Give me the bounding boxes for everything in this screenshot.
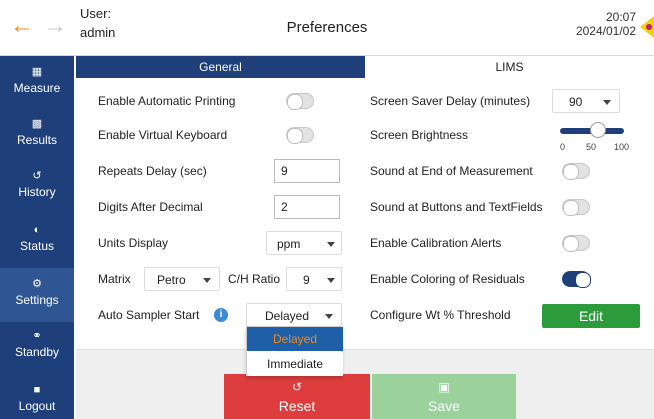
chevron-down-icon bbox=[203, 278, 211, 283]
units-display-label: Units Display bbox=[98, 236, 169, 250]
sidebar-item-label: Status bbox=[19, 239, 55, 253]
auto-print-label: Enable Automatic Printing bbox=[98, 94, 236, 108]
sidebar-item-label: Results bbox=[16, 133, 57, 147]
sound-buttons-label: Sound at Buttons and TextFields bbox=[370, 200, 543, 214]
edit-threshold-button[interactable]: Edit bbox=[542, 304, 640, 328]
history-icon: ↺ bbox=[32, 170, 42, 182]
brightness-tick-min: 0 bbox=[560, 142, 566, 152]
screen-saver-label: Screen Saver Delay (minutes) bbox=[370, 94, 531, 108]
tab-lims[interactable]: LIMS bbox=[365, 56, 654, 78]
info-icon[interactable]: i bbox=[214, 308, 228, 322]
sidebar-item-history[interactable]: ↺ History bbox=[0, 160, 74, 214]
sidebar-item-results[interactable]: ▩ Results bbox=[0, 108, 74, 162]
chevron-down-icon bbox=[327, 278, 335, 283]
clock-time: 20:07 bbox=[605, 10, 636, 24]
brightness-tick-max: 100 bbox=[614, 142, 630, 152]
main-content: General LIMS Enable Automatic Printing E… bbox=[76, 56, 654, 419]
option-immediate[interactable]: Immediate bbox=[247, 352, 343, 376]
auto-sampler-label: Auto Sampler Start bbox=[98, 308, 200, 322]
clock-date: 2024/01/02 bbox=[575, 24, 636, 38]
sidebar-item-label: Logout bbox=[18, 399, 56, 413]
units-display-select[interactable]: ppm bbox=[266, 231, 342, 255]
wt-threshold-label: Configure Wt % Threshold bbox=[370, 308, 511, 322]
reset-label: Reset bbox=[278, 398, 316, 414]
auto-sampler-value: Delayed bbox=[265, 309, 310, 323]
matrix-value: Petro bbox=[157, 273, 186, 287]
sound-end-toggle[interactable] bbox=[562, 163, 590, 180]
gear-icon: ⚙ bbox=[32, 278, 42, 290]
bar-chart-icon: ▩ bbox=[31, 118, 43, 130]
save-button[interactable]: ▣ Save bbox=[372, 374, 516, 419]
chevron-down-icon bbox=[603, 100, 611, 105]
reset-icon: ↺ bbox=[291, 380, 303, 394]
screen-saver-select[interactable]: 90 bbox=[552, 89, 620, 113]
top-bar: ← → User: admin Preferences 20:07 2024/0… bbox=[0, 0, 654, 56]
matrix-label: Matrix bbox=[98, 272, 131, 286]
matrix-select[interactable]: Petro bbox=[144, 267, 220, 291]
warning-icon[interactable] bbox=[640, 16, 654, 38]
chevron-down-icon bbox=[327, 242, 335, 247]
gauge-icon: ◐ bbox=[33, 224, 41, 236]
option-delayed[interactable]: Delayed bbox=[247, 327, 343, 351]
sidebar-item-status[interactable]: ◐ Status bbox=[0, 214, 74, 268]
repeats-delay-label: Repeats Delay (sec) bbox=[98, 164, 207, 178]
sound-end-label: Sound at End of Measurement bbox=[370, 164, 533, 178]
sidebar-item-label: Standby bbox=[14, 345, 60, 359]
sidebar-item-standby[interactable]: ⚭ Standby bbox=[0, 320, 74, 374]
ch-ratio-label: C/H Ratio bbox=[228, 272, 281, 286]
clock: 20:07 2024/01/02 bbox=[576, 10, 636, 38]
repeats-delay-input[interactable]: 9 bbox=[274, 159, 340, 183]
chevron-down-icon bbox=[325, 314, 333, 319]
sidebar-item-measure[interactable]: ▦ Measure bbox=[0, 56, 74, 110]
measure-icon: ▦ bbox=[31, 66, 43, 78]
lock-icon: ■ bbox=[33, 384, 41, 396]
coloring-residuals-label: Enable Coloring of Residuals bbox=[370, 272, 525, 286]
ch-ratio-value: 9 bbox=[303, 273, 310, 287]
digits-decimal-label: Digits After Decimal bbox=[98, 200, 203, 214]
tab-general[interactable]: General bbox=[76, 56, 365, 78]
power-icon: ⚭ bbox=[32, 330, 42, 342]
save-label: Save bbox=[428, 398, 460, 414]
brightness-slider-thumb[interactable] bbox=[590, 122, 606, 138]
sidebar-item-label: Settings bbox=[15, 293, 59, 307]
virtual-keyboard-label: Enable Virtual Keyboard bbox=[98, 128, 228, 142]
auto-sampler-dropdown: Delayed Immediate bbox=[246, 326, 343, 376]
reset-button[interactable]: ↺ Reset bbox=[224, 374, 370, 419]
calibration-alerts-toggle[interactable] bbox=[562, 235, 590, 252]
sidebar-item-label: Measure bbox=[13, 81, 61, 95]
brightness-tick-mid: 50 bbox=[586, 142, 597, 152]
sidebar-item-settings[interactable]: ⚙ Settings bbox=[0, 268, 74, 322]
digits-decimal-input[interactable]: 2 bbox=[274, 195, 340, 219]
calibration-alerts-label: Enable Calibration Alerts bbox=[370, 236, 502, 250]
ch-ratio-select[interactable]: 9 bbox=[286, 267, 342, 291]
sidebar-item-logout[interactable]: ■ Logout bbox=[0, 374, 74, 419]
auto-print-toggle[interactable] bbox=[286, 93, 314, 110]
coloring-residuals-toggle[interactable] bbox=[562, 271, 591, 288]
tab-bar: General LIMS bbox=[76, 56, 654, 78]
auto-sampler-select[interactable]: Delayed bbox=[246, 303, 342, 327]
sidebar: ▦ Measure ▩ Results ↺ History ◐ Status ⚙… bbox=[0, 56, 74, 419]
brightness-label: Screen Brightness bbox=[370, 128, 469, 142]
page-title: Preferences bbox=[286, 19, 368, 36]
sidebar-item-label: History bbox=[18, 185, 56, 199]
save-icon: ▣ bbox=[438, 380, 450, 394]
sound-buttons-toggle[interactable] bbox=[562, 199, 590, 216]
screen-saver-value: 90 bbox=[569, 95, 583, 109]
virtual-keyboard-toggle[interactable] bbox=[286, 127, 314, 144]
units-display-value: ppm bbox=[277, 237, 301, 251]
